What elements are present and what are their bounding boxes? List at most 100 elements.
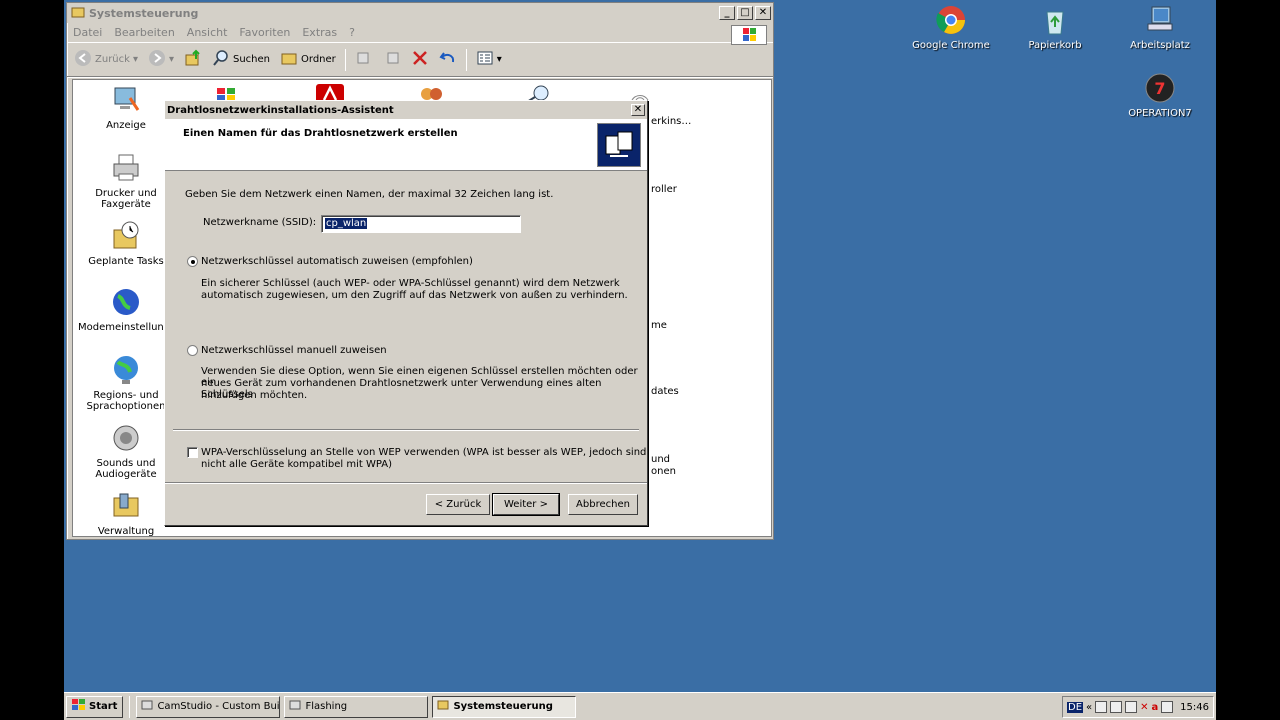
tray-app-icon[interactable]: [1110, 701, 1123, 713]
tray-app-icon[interactable]: [1125, 701, 1138, 713]
cp-item-printers[interactable]: Drucker und Faxgeräte: [78, 152, 174, 210]
search-button[interactable]: Suchen: [209, 49, 273, 70]
up-folder-icon: [184, 49, 202, 70]
toolbar: Zurück ▾ ▾ Suchen Ordner ▾: [67, 43, 773, 77]
menu-tools[interactable]: Extras: [302, 26, 337, 39]
clock[interactable]: 15:46: [1180, 702, 1209, 713]
intro-text: Geben Sie dem Netzwerk einen Namen, der …: [185, 189, 554, 200]
my-computer-icon: [1144, 4, 1176, 36]
speaker-icon: [110, 422, 142, 454]
dialog-titlebar[interactable]: Drahtlosnetzwerkinstallations-Assistent …: [165, 101, 647, 119]
menu-view[interactable]: Ansicht: [187, 26, 228, 39]
cp-item-partial-label[interactable]: roller: [651, 184, 677, 195]
ssid-input[interactable]: cp_wlan: [321, 215, 521, 233]
close-button[interactable]: ✕: [755, 6, 771, 20]
menu-help[interactable]: ?: [349, 26, 355, 39]
wireless-setup-wizard-dialog[interactable]: Drahtlosnetzwerkinstallations-Assistent …: [164, 100, 648, 526]
tray-expand-button[interactable]: «: [1086, 702, 1092, 713]
auto-key-label[interactable]: Netzwerkschlüssel automatisch zuweisen (…: [201, 256, 473, 267]
folders-label: Ordner: [301, 54, 336, 65]
globe-icon: [110, 354, 142, 386]
desktop-icon-label: Arbeitsplatz: [1130, 40, 1190, 51]
recycle-bin-icon: [1039, 4, 1071, 36]
start-label: Start: [89, 701, 118, 712]
manual-key-label[interactable]: Netzwerkschlüssel manuell zuweisen: [201, 345, 387, 356]
copy-to-button[interactable]: [380, 49, 404, 70]
network-disconnected-icon[interactable]: ✕: [1140, 702, 1148, 713]
tray-app-icon[interactable]: [1095, 701, 1108, 713]
maximize-button[interactable]: □: [737, 6, 753, 20]
toolbar-separator: [465, 48, 467, 71]
manual-key-radio[interactable]: [187, 345, 198, 356]
cp-item-partial-label[interactable]: erkins…: [651, 116, 691, 127]
start-button[interactable]: Start: [66, 695, 124, 718]
display-icon: [110, 84, 142, 116]
language-indicator[interactable]: DE: [1067, 701, 1084, 713]
desktop-icon-operation7[interactable]: 7 OPERATION7: [1110, 72, 1210, 119]
cp-item-sounds[interactable]: Sounds und Audiogeräte: [78, 422, 174, 480]
system-tray: DE « ✕ a 15:46: [1062, 696, 1214, 718]
cp-item-partial-label[interactable]: dates: [651, 386, 679, 397]
search-label: Suchen: [233, 54, 271, 65]
auto-key-description: automatisch zugewiesen, um den Zugriff a…: [201, 290, 628, 301]
desktop-icon-label: OPERATION7: [1128, 108, 1192, 119]
wizard-header: Einen Namen für das Drahtlosnetzwerk ers…: [165, 119, 647, 171]
back-button[interactable]: < Zurück: [426, 494, 490, 515]
undo-button[interactable]: [436, 49, 460, 70]
separator: [165, 482, 647, 484]
window-titlebar[interactable]: Systemsteuerung _ □ ✕: [67, 3, 773, 23]
menu-edit[interactable]: Bearbeiten: [114, 26, 174, 39]
taskbar-item-camstudio[interactable]: CamStudio - Custom Build: [136, 695, 281, 718]
next-button[interactable]: Weiter >: [492, 493, 560, 516]
cp-item-label: Geplante Tasks: [88, 256, 164, 267]
cp-item-scheduled-tasks[interactable]: Geplante Tasks: [78, 220, 174, 267]
cp-item-partial-label[interactable]: onen: [651, 466, 676, 477]
cp-item-regional-options[interactable]: Regions- und Sprachoptionen: [78, 354, 174, 412]
globe-phone-icon: [110, 286, 142, 318]
task-label: CamStudio - Custom Build: [157, 701, 281, 712]
minimize-button[interactable]: _: [719, 6, 735, 20]
auto-key-radio[interactable]: [187, 256, 198, 267]
menu-favorites[interactable]: Favoriten: [239, 26, 290, 39]
taskbar-item-flashing[interactable]: Flashing: [284, 695, 429, 718]
desktop-icon-my-computer[interactable]: Arbeitsplatz: [1110, 4, 1210, 51]
dialog-close-button[interactable]: ✕: [631, 104, 645, 116]
cp-item-administration[interactable]: Verwaltung: [78, 490, 174, 537]
forward-button[interactable]: ▾: [145, 49, 177, 70]
up-button[interactable]: [181, 49, 205, 70]
antivirus-tray-icon[interactable]: a: [1152, 702, 1159, 713]
taskbar-item-systemsteuerung[interactable]: Systemsteuerung: [432, 695, 577, 718]
cp-item-display[interactable]: Anzeige: [78, 84, 174, 131]
views-button[interactable]: ▾: [473, 49, 505, 70]
folders-icon: [280, 49, 298, 70]
back-button[interactable]: Zurück ▾: [71, 49, 141, 70]
wpa-label[interactable]: nicht alle Geräte kompatibel mit WPA): [201, 459, 392, 470]
wpa-label[interactable]: WPA-Verschlüsselung an Stelle von WEP ve…: [201, 447, 646, 458]
move-to-button[interactable]: [352, 49, 376, 70]
desktop-icon-chrome[interactable]: Google Chrome: [901, 4, 1001, 51]
menu-file[interactable]: Datei: [73, 26, 102, 39]
manual-key-description: hinzufügen möchten.: [201, 390, 308, 401]
toolbar-separator: [344, 48, 346, 71]
cp-item-partial-label[interactable]: me: [651, 320, 667, 331]
delete-x-icon: [411, 49, 429, 70]
wpa-checkbox[interactable]: [187, 447, 198, 458]
folders-button[interactable]: Ordner: [277, 49, 339, 70]
delete-button[interactable]: [408, 49, 432, 70]
desktop-icon-recycle-bin[interactable]: Papierkorb: [1005, 4, 1105, 51]
cp-item-partial-label[interactable]: und: [651, 454, 670, 465]
cp-item-modem-settings[interactable]: Modemeinstellungen: [78, 286, 183, 333]
desktop: Google Chrome Papierkorb Arbeitsplatz 7 …: [64, 0, 1216, 720]
search-icon: [212, 49, 230, 70]
printer-icon: [110, 152, 142, 184]
tray-app-icon[interactable]: [1161, 701, 1174, 713]
operation7-icon: 7: [1144, 72, 1176, 104]
desktop-icon-label: Google Chrome: [912, 40, 990, 51]
svg-text:7: 7: [1154, 79, 1165, 98]
dialog-title: Drahtlosnetzwerkinstallations-Assistent: [167, 104, 394, 116]
window-icon: [289, 699, 301, 714]
copy-to-icon: [383, 49, 401, 70]
cancel-button[interactable]: Abbrechen: [568, 494, 638, 515]
chrome-icon: [935, 4, 967, 36]
desktop-icon-label: Papierkorb: [1028, 40, 1082, 51]
